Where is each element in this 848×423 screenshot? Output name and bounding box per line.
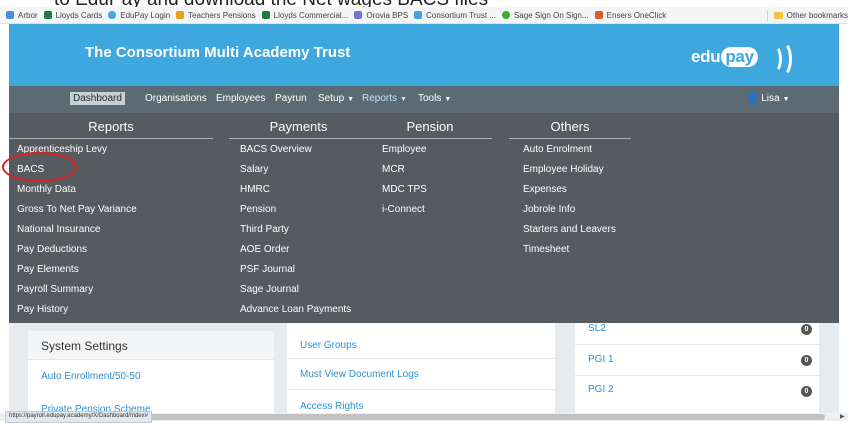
menu-item-bacs-overview[interactable]: BACS Overview xyxy=(240,144,312,155)
user-icon: 👤 xyxy=(746,93,759,104)
menu-item-salary[interactable]: Salary xyxy=(240,164,268,175)
pgi-1-link[interactable]: PGI 1 xyxy=(588,354,614,365)
menu-item-hmrc[interactable]: HMRC xyxy=(240,184,270,195)
menu-item-auto-enrolment[interactable]: Auto Enrolment xyxy=(523,144,592,155)
column-divider xyxy=(9,138,213,139)
row-divider xyxy=(287,389,555,390)
bookmark-teachers-pensions[interactable]: Teachers Pensions xyxy=(176,11,256,20)
teachers-pensions-icon xyxy=(176,11,185,19)
main-navbar: Dashboard Organisations Employees Payrun… xyxy=(9,86,839,113)
bookmarks-bar: Arbor Lloyds Cards EduPay Login Teachers… xyxy=(0,7,848,24)
menu-item-sage-journal[interactable]: Sage Journal xyxy=(240,284,299,295)
menu-item-pay-deductions[interactable]: Pay Deductions xyxy=(17,244,87,255)
nav-reports[interactable]: Reports ▼ xyxy=(362,93,407,104)
caret-down-icon: ▼ xyxy=(444,96,452,103)
payments-column-heading: Payments xyxy=(269,119,328,134)
bookmark-ensers-oneclick[interactable]: Ensers OneClick xyxy=(594,11,666,20)
pgi-2-link[interactable]: PGI 2 xyxy=(588,384,614,395)
column-divider xyxy=(229,138,368,139)
auto-enrollment-link[interactable]: Auto Enrollment/50-50 xyxy=(41,371,141,382)
user-menu[interactable]: 👤 Lisa ▼ xyxy=(746,93,790,104)
caret-down-icon: ▼ xyxy=(782,96,790,103)
logo-wordmark: edu pay xyxy=(691,47,758,67)
system-settings-card: System Settings Auto Enrollment/50-50 Pr… xyxy=(28,331,274,415)
scroll-right-arrow-icon[interactable]: ▶ xyxy=(840,413,845,420)
consortium-icon xyxy=(414,11,423,19)
others-column-heading: Others xyxy=(550,119,590,134)
status-url-tooltip: https://payroll.edupay.academy/X/Dashboa… xyxy=(5,411,152,423)
count-badge: 0 xyxy=(801,386,812,397)
menu-item-national-insurance[interactable]: National Insurance xyxy=(17,224,100,235)
lloyds-horse-icon xyxy=(43,11,52,19)
bookmark-lloyds-cards[interactable]: Lloyds Cards xyxy=(43,11,102,20)
mail-icon xyxy=(354,11,363,19)
bookmarks-divider xyxy=(766,9,768,21)
other-bookmarks[interactable]: Other bookmarks xyxy=(773,11,848,20)
count-badge: 0 xyxy=(801,355,812,366)
menu-item-timesheet[interactable]: Timesheet xyxy=(523,244,569,255)
menu-item-expenses[interactable]: Expenses xyxy=(523,184,567,195)
menu-item-employee[interactable]: Employee xyxy=(382,144,426,155)
must-view-document-logs-link[interactable]: Must View Document Logs xyxy=(300,369,419,380)
menu-item-gross-to-net-pay-variance[interactable]: Gross To Net Pay Variance xyxy=(17,204,137,215)
folder-icon xyxy=(773,11,783,19)
menu-item-i-connect[interactable]: i-Connect xyxy=(382,204,425,215)
access-rights-link[interactable]: Access Rights xyxy=(300,401,363,412)
logo-arc-icon xyxy=(773,41,792,77)
bookmark-consortium-trust[interactable]: Consortium Trust ... xyxy=(414,11,496,20)
count-badge: 0 xyxy=(801,324,812,335)
admin-links-card: User Groups Must View Document Logs Acce… xyxy=(287,323,555,413)
dashboard-content: System Settings Auto Enrollment/50-50 Pr… xyxy=(9,323,839,415)
bookmark-arbor[interactable]: Arbor xyxy=(6,11,38,20)
edupay-logo[interactable]: edu pay xyxy=(689,36,799,77)
user-groups-link[interactable]: User Groups xyxy=(300,340,357,351)
reports-dropdown-menu: Reports Payments Pension Others Apprenti… xyxy=(9,113,839,323)
menu-item-advance-loan-payments[interactable]: Advance Loan Payments xyxy=(240,304,351,315)
caret-down-icon: ▼ xyxy=(347,96,355,103)
bookmark-lloyds-commercial[interactable]: Lloyds Commercial... xyxy=(261,11,348,20)
menu-item-pay-elements[interactable]: Pay Elements xyxy=(17,264,79,275)
bookmark-edupay-login[interactable]: EduPay Login xyxy=(108,11,170,20)
bookmark-orovia-bps[interactable]: Orovia BPS xyxy=(354,11,408,20)
key-icon xyxy=(594,11,603,19)
menu-item-pay-history[interactable]: Pay History xyxy=(17,304,68,315)
row-divider xyxy=(287,358,555,359)
arbor-icon xyxy=(6,11,14,19)
sage-icon xyxy=(501,11,510,19)
menu-item-mcr[interactable]: MCR xyxy=(382,164,405,175)
nav-setup[interactable]: Setup ▼ xyxy=(318,93,354,104)
nav-payrun[interactable]: Payrun xyxy=(275,93,307,104)
highlight-circle-annotation xyxy=(2,152,77,182)
row-divider xyxy=(575,344,819,345)
reports-column-heading: Reports xyxy=(88,119,134,134)
pgi-links-card: SL2 0 PGI 1 0 PGI 2 0 xyxy=(575,323,819,413)
pension-column-heading: Pension xyxy=(406,119,454,134)
column-divider xyxy=(509,138,631,139)
menu-item-psf-journal[interactable]: PSF Journal xyxy=(240,264,295,275)
nav-tools[interactable]: Tools ▼ xyxy=(418,93,451,104)
lloyds-horse-icon xyxy=(261,11,270,19)
edupay-icon xyxy=(108,11,117,19)
menu-item-mdc-tps[interactable]: MDC TPS xyxy=(382,184,427,195)
bookmark-sage-sign-on[interactable]: Sage Sign On Sign... xyxy=(501,11,589,20)
nav-employees[interactable]: Employees xyxy=(216,93,265,104)
menu-item-starters-and-leavers[interactable]: Starters and Leavers xyxy=(523,224,616,235)
row-divider xyxy=(575,375,819,376)
nav-dashboard[interactable]: Dashboard xyxy=(70,92,125,105)
menu-item-pension[interactable]: Pension xyxy=(240,204,276,215)
menu-item-third-party[interactable]: Third Party xyxy=(240,224,289,235)
sl2-link[interactable]: SL2 xyxy=(588,323,606,334)
system-settings-title: System Settings xyxy=(41,339,128,353)
organisation-title: The Consortium Multi Academy Trust xyxy=(85,44,351,61)
menu-item-aoe-order[interactable]: AOE Order xyxy=(240,244,289,255)
column-divider xyxy=(368,138,492,139)
menu-item-payroll-summary[interactable]: Payroll Summary xyxy=(17,284,93,295)
menu-item-employee-holiday[interactable]: Employee Holiday xyxy=(523,164,604,175)
nav-organisations[interactable]: Organisations xyxy=(145,93,207,104)
menu-item-monthly-data[interactable]: Monthly Data xyxy=(17,184,76,195)
site-header: The Consortium Multi Academy Trust edu pa… xyxy=(9,24,839,86)
caret-down-icon: ▼ xyxy=(400,96,407,103)
menu-item-jobrole-info[interactable]: Jobrole Info xyxy=(523,204,575,215)
